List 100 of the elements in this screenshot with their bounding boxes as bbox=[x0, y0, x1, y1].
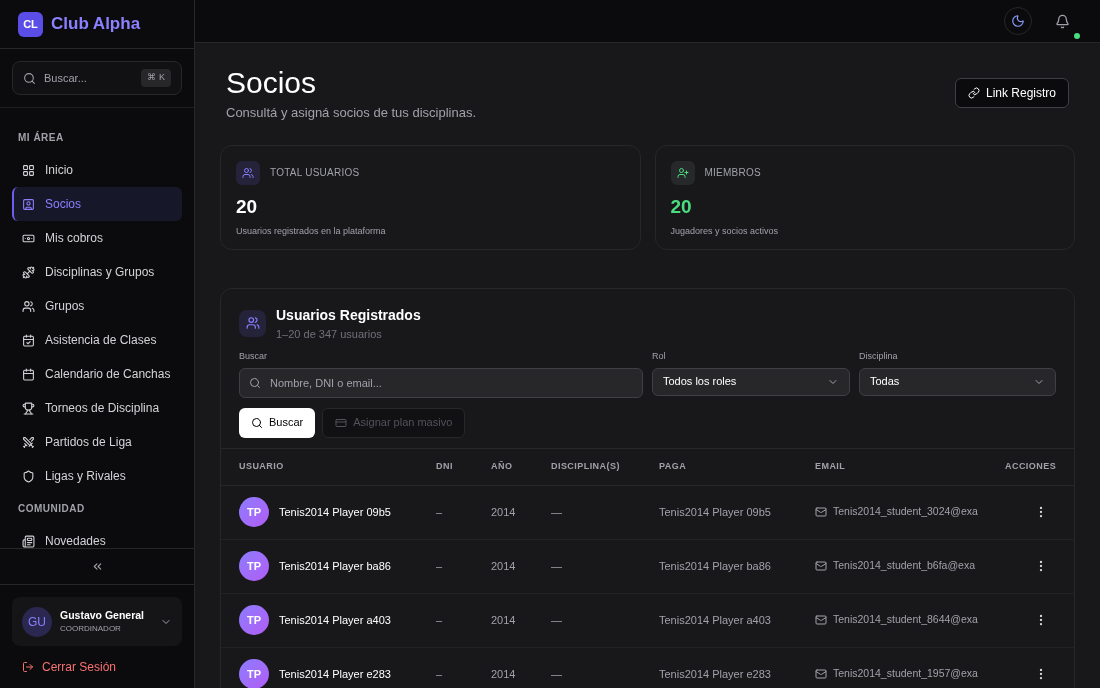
nav-item[interactable]: Torneos de Disciplina bbox=[12, 391, 182, 425]
panel-title: Usuarios Registrados bbox=[276, 305, 421, 325]
nav-item[interactable]: Partidos de Liga bbox=[12, 425, 182, 459]
stat-caption: Usuarios registrados en la plataforma bbox=[236, 225, 387, 238]
users-icon bbox=[239, 309, 266, 337]
user-name: Gustavo General bbox=[60, 607, 146, 623]
logout-icon bbox=[22, 661, 34, 673]
user-plus-icon bbox=[670, 160, 695, 185]
disciplines-value: — bbox=[551, 558, 562, 574]
select-field[interactable]: Todos los roles bbox=[652, 367, 850, 396]
user-name: Tenis2014 Player 09b5 bbox=[279, 504, 391, 520]
search-field[interactable]: Buscar... ⌘ K bbox=[12, 61, 182, 95]
search-icon bbox=[251, 416, 263, 429]
user-name: Tenis2014 Player ba86 bbox=[279, 558, 391, 574]
email-value: Tenis2014_student_b6fa@exa bbox=[833, 558, 976, 574]
section-heading: MI ÁREA bbox=[17, 130, 65, 145]
field-label: Disciplina bbox=[859, 350, 899, 363]
newspaper-icon bbox=[22, 534, 35, 548]
users-icon bbox=[22, 299, 35, 313]
user-role: COORDINADOR bbox=[60, 623, 122, 636]
search-button[interactable]: Buscar bbox=[239, 407, 316, 438]
column-header: AÑO bbox=[491, 459, 513, 473]
nav-item[interactable]: Novedades bbox=[12, 524, 182, 548]
calendar-icon bbox=[22, 367, 35, 381]
search-icon bbox=[249, 376, 261, 389]
nav-item[interactable]: Disciplinas y Grupos bbox=[12, 255, 182, 289]
field-label: Buscar bbox=[239, 350, 268, 363]
field-label: Rol bbox=[652, 350, 667, 363]
dni-value: – bbox=[436, 504, 443, 520]
column-header: USUARIO bbox=[239, 459, 284, 473]
year-value: 2014 bbox=[491, 612, 516, 628]
column-header: DNI bbox=[436, 459, 453, 473]
user-avatar: TP bbox=[239, 659, 269, 688]
payer-name: Tenis2014 Player a403 bbox=[659, 612, 771, 628]
nav-item[interactable]: Inicio bbox=[12, 153, 182, 187]
mail-icon bbox=[815, 614, 827, 626]
payer-name: Tenis2014 Player e283 bbox=[659, 666, 771, 682]
panel-subtitle: 1–20 de 347 usuarios bbox=[276, 326, 383, 342]
user-card[interactable]: GU Gustavo General COORDINADOR bbox=[12, 597, 182, 646]
stat-value: 20 bbox=[670, 194, 693, 219]
dni-value: – bbox=[436, 666, 443, 682]
nav-item[interactable]: Calendario de Canchas bbox=[12, 357, 182, 391]
payer-name: Tenis2014 Player 09b5 bbox=[659, 504, 771, 520]
user-avatar: TP bbox=[239, 605, 269, 635]
search-placeholder: Buscar... bbox=[44, 70, 88, 86]
search-input[interactable]: Nombre, DNI o email... bbox=[239, 367, 643, 398]
section-heading: COMUNIDAD bbox=[17, 502, 86, 516]
select-field[interactable]: Todas bbox=[859, 367, 1056, 396]
mail-icon bbox=[815, 506, 827, 518]
dni-value: – bbox=[436, 558, 443, 574]
payer-name: Tenis2014 Player ba86 bbox=[659, 558, 771, 574]
page-subtitle: Consultá y asigná socios de tus disciplinas. bbox=[226, 104, 477, 122]
year-value: 2014 bbox=[491, 504, 516, 520]
link-icon bbox=[967, 87, 980, 99]
stat-label: MIEMBROS bbox=[704, 166, 761, 180]
user-card-icon bbox=[22, 197, 35, 211]
disciplines-value: — bbox=[551, 612, 562, 628]
column-header: EMAIL bbox=[815, 459, 846, 473]
card-icon bbox=[335, 416, 348, 429]
nav-item[interactable]: Ligas y Rivales bbox=[12, 459, 182, 493]
shortcut-key: ⌘ K bbox=[141, 69, 171, 87]
user-avatar: TP bbox=[239, 497, 269, 527]
user-name: Tenis2014 Player a403 bbox=[279, 612, 391, 628]
page-title: Socios bbox=[226, 65, 318, 101]
nav-item[interactable]: Mis cobros bbox=[12, 221, 182, 255]
moon-icon bbox=[1011, 14, 1025, 28]
year-value: 2014 bbox=[491, 666, 516, 682]
nav-item[interactable]: Grupos bbox=[12, 289, 182, 323]
email-value: Tenis2014_student_1957@exa bbox=[833, 666, 978, 682]
mail-icon bbox=[815, 668, 827, 680]
dumbbell-icon bbox=[22, 265, 35, 279]
shield-icon bbox=[22, 469, 35, 483]
disciplines-value: — bbox=[551, 666, 562, 682]
email-value: Tenis2014_student_3024@exa bbox=[833, 504, 978, 520]
column-header: DISCIPLINA(S) bbox=[551, 459, 620, 473]
dni-value: – bbox=[436, 612, 443, 628]
grid-icon bbox=[22, 163, 35, 177]
swords-icon bbox=[22, 435, 35, 449]
user-avatar: GU bbox=[22, 606, 52, 637]
logout-link[interactable]: Cerrar Sesión bbox=[12, 658, 182, 676]
nav-item[interactable]: Asistencia de Clases bbox=[12, 323, 182, 357]
link-registro-button[interactable]: Link Registro bbox=[954, 78, 1069, 108]
mail-icon bbox=[815, 560, 827, 572]
column-header: PAGA bbox=[659, 459, 687, 473]
year-value: 2014 bbox=[491, 558, 516, 574]
disciplines-value: — bbox=[551, 504, 562, 520]
user-avatar: TP bbox=[239, 551, 269, 581]
bell-icon bbox=[1054, 13, 1070, 29]
stat-caption: Jugadores y socios activos bbox=[670, 225, 780, 238]
search-icon bbox=[23, 71, 36, 85]
user-name: Tenis2014 Player e283 bbox=[279, 666, 391, 682]
stat-label: TOTAL USUARIOS bbox=[270, 166, 360, 180]
email-value: Tenis2014_student_8644@exa bbox=[833, 612, 978, 628]
trophy-icon bbox=[22, 401, 35, 415]
nav-item[interactable]: Socios bbox=[12, 187, 182, 221]
club-name: Club Alpha bbox=[51, 13, 141, 36]
column-header: ACCIONES bbox=[1005, 459, 1057, 473]
club-logo: CL bbox=[18, 11, 43, 37]
calendar-check-icon bbox=[22, 333, 35, 347]
users-icon bbox=[236, 160, 260, 185]
